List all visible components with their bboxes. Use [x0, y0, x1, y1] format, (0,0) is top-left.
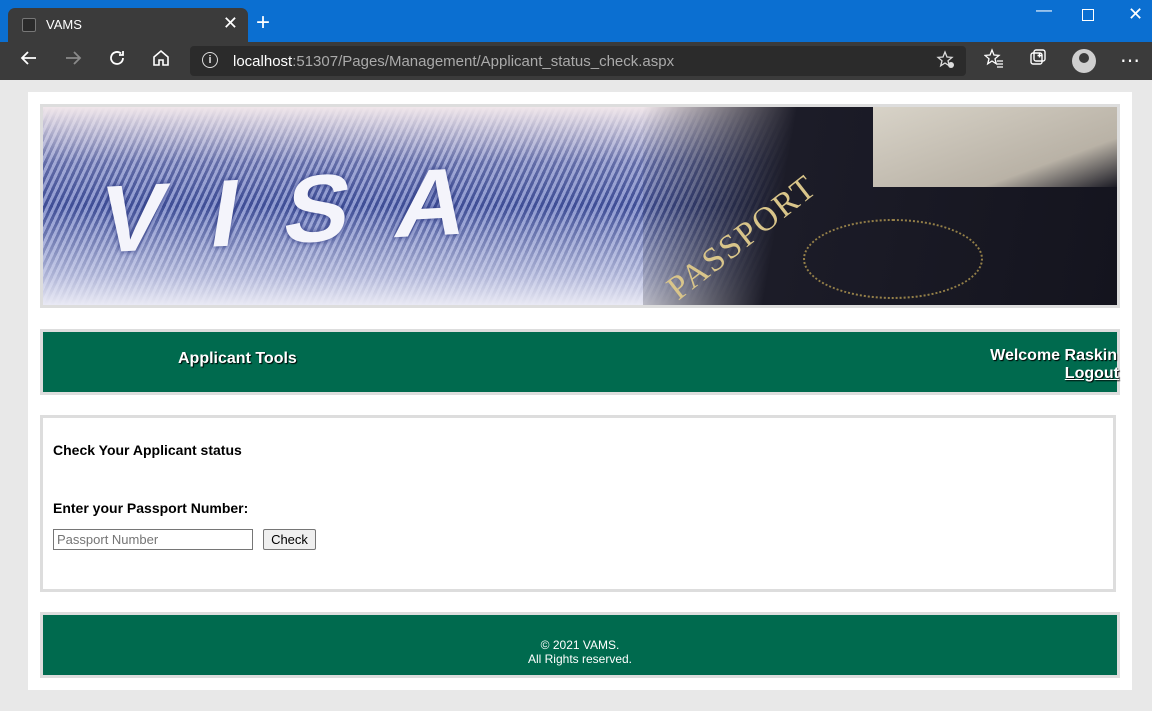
- browser-tab[interactable]: VAMS ✕: [8, 8, 248, 42]
- eagle-seal-icon: [803, 219, 983, 299]
- profile-icon[interactable]: [1072, 49, 1096, 73]
- window-close-button[interactable]: ✕: [1128, 4, 1143, 25]
- tab-title: VAMS: [46, 17, 82, 32]
- page-container: VISA PASSPORT Applicant Tools Welcome Ra…: [28, 92, 1132, 690]
- new-tab-button[interactable]: +: [256, 11, 270, 35]
- address-text[interactable]: localhost:51307/Pages/Management/Applica…: [233, 53, 674, 70]
- collections-icon[interactable]: [1025, 48, 1051, 74]
- footer-rights: All Rights reserved.: [527, 652, 633, 666]
- passport-number-label: Enter your Passport Number:: [53, 500, 249, 516]
- nav-bar: Applicant Tools Welcome Raskin Logout: [40, 329, 1120, 395]
- site-favicon-icon: [22, 18, 36, 32]
- passport-number-input[interactable]: [53, 529, 253, 550]
- favorite-add-icon[interactable]: [936, 50, 956, 75]
- maximize-button[interactable]: [1082, 9, 1094, 21]
- panel-title: Check Your Applicant status: [53, 442, 242, 458]
- minimize-button[interactable]: —: [1036, 2, 1052, 20]
- tab-close-icon[interactable]: ✕: [223, 13, 238, 33]
- home-icon[interactable]: [148, 48, 174, 74]
- address-host: localhost: [233, 53, 293, 70]
- address-path: :51307/Pages/Management/Applicant_status…: [292, 53, 675, 70]
- footer: © 2021 VAMS. All Rights reserved.: [40, 612, 1120, 678]
- refresh-icon[interactable]: [104, 48, 130, 74]
- applicant-tools-title: Applicant Tools: [178, 350, 297, 367]
- status-check-panel: Check Your Applicant status Enter your P…: [40, 415, 1116, 592]
- window-titlebar: VAMS ✕ + — ✕: [0, 0, 1152, 42]
- passport-stamp-page: [873, 107, 1117, 187]
- address-bar[interactable]: i localhost:51307/Pages/Management/Appli…: [190, 46, 966, 76]
- forward-icon[interactable]: [60, 48, 86, 74]
- visa-word: VISA: [92, 145, 522, 274]
- more-icon[interactable]: ⋯: [1117, 48, 1143, 74]
- welcome-text: Welcome Raskin: [990, 347, 1117, 364]
- info-icon[interactable]: i: [202, 52, 218, 68]
- favorites-icon[interactable]: [981, 48, 1007, 74]
- check-button[interactable]: Check: [263, 529, 316, 550]
- header-banner-image: VISA PASSPORT: [40, 104, 1120, 308]
- footer-copyright: © 2021 VAMS.: [540, 638, 620, 652]
- back-icon[interactable]: [16, 48, 42, 74]
- browser-toolbar: i localhost:51307/Pages/Management/Appli…: [0, 42, 1152, 80]
- logout-link[interactable]: Logout: [1065, 365, 1119, 383]
